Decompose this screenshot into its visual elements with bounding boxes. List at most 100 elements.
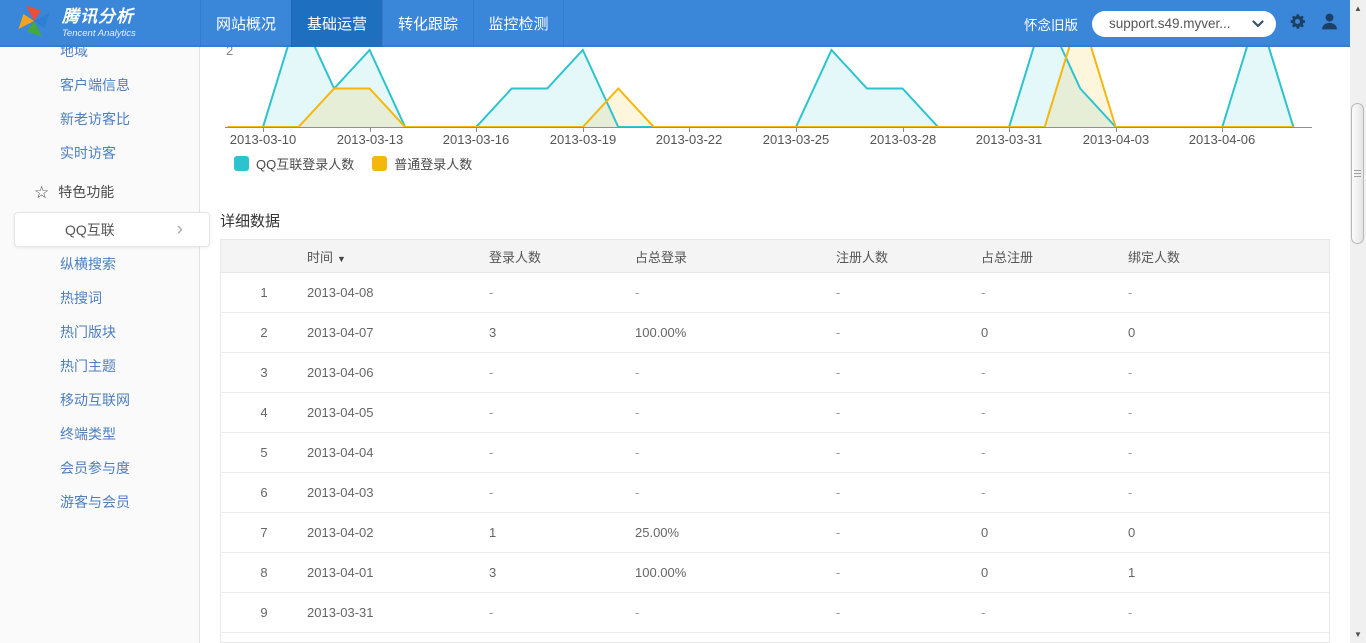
x-tick-label: 2013-03-31 (975, 132, 1043, 147)
brand-text: 腾讯分析 Tencent Analytics (62, 7, 136, 39)
table-row: 4 2013-04-05 - - - - - (221, 393, 1329, 433)
table-cell: - (489, 365, 494, 380)
table-row: 1 2013-04-08 - - - - - (221, 273, 1329, 313)
account-dropdown[interactable]: support.s49.myver... (1092, 10, 1276, 37)
table-header-row: 时间 ▼ 登录人数 占总登录 注册人数 占总注册 绑定人数 (221, 240, 1329, 273)
table-cell: - (836, 445, 841, 460)
table-cell: 0 (1128, 325, 1136, 340)
sidebar-group-header: ☆ 特色功能 (0, 175, 199, 209)
detail-section-title: 详细数据 (220, 213, 281, 230)
table-row-partial (221, 633, 1329, 642)
table-row: 6 2013-04-03 - - - - - (221, 473, 1329, 513)
table-cell: 2013-04-08 (307, 285, 374, 300)
table-cell: - (489, 405, 494, 420)
table-cell: 3 (489, 325, 497, 340)
table-cell: - (489, 605, 494, 620)
table-cell: 2 (260, 325, 268, 340)
table-row: 5 2013-04-04 - - - - - (221, 433, 1329, 473)
table-cell: - (981, 605, 986, 620)
table-cell: 8 (260, 565, 268, 580)
sidebar-item[interactable]: 实时访客 (0, 136, 199, 170)
sidebar-item[interactable]: 地域 (0, 47, 199, 68)
account-button[interactable] (1319, 11, 1340, 37)
nav-tab-4[interactable]: 监控检测 (473, 0, 564, 47)
table-cell: 5 (260, 445, 268, 460)
table-row: 7 2013-04-02 1 25.00% - 0 0 (221, 513, 1329, 553)
tencent-analytics-app: 腾讯分析 Tencent Analytics 网站概况 基础运营 转化跟踪 监控检测 … (0, 0, 1366, 643)
table-cell: 25.00% (635, 525, 680, 540)
sidebar-item[interactable]: 热门版块 (0, 315, 199, 349)
sidebar-item[interactable]: 热门主题 (0, 349, 199, 383)
main-content: 2 2013-03-10 2013-03-13 2013-03-16 2013-03-… (200, 47, 1350, 643)
table-cell: - (635, 405, 640, 420)
top-nav: 腾讯分析 Tencent Analytics 网站概况 基础运营 转化跟踪 监控检测 … (0, 0, 1350, 47)
table-cell: - (1128, 445, 1133, 460)
table-cell: - (489, 445, 494, 460)
gear-icon (1288, 12, 1307, 36)
table-cell: - (635, 365, 640, 380)
table-cell: - (489, 285, 494, 300)
table-cell: 7 (260, 525, 268, 540)
legend-label: 普通登录人数 (394, 157, 473, 172)
table-cell: 1 (489, 525, 497, 540)
sidebar-item[interactable]: 纵横搜索 (0, 247, 199, 281)
nav-tab-1[interactable]: 网站概况 (200, 0, 291, 47)
legend-item-2[interactable]: 普通登录人数 (372, 154, 472, 173)
sidebar-item[interactable]: 会员参与度 (0, 451, 199, 485)
down-arrow-icon[interactable]: ▼ (1350, 626, 1366, 643)
scrollbar-thumb[interactable] (1351, 103, 1364, 244)
x-tick-label: 2013-03-28 (869, 132, 937, 147)
table-row: 8 2013-04-01 3 100.00% - 0 1 (221, 553, 1329, 593)
vertical-scrollbar[interactable]: ▲ ▼ (1350, 0, 1366, 643)
x-tick-label: 2013-03-22 (655, 132, 723, 147)
sidebar-item[interactable]: 终端类型 (0, 417, 199, 451)
x-tick-label: 2013-03-19 (549, 132, 617, 147)
table-cell: 4 (260, 405, 268, 420)
table-cell: 1 (260, 285, 268, 300)
table-cell: 3 (260, 365, 268, 380)
sidebar-nav: 地域 客户端信息 新老访客比 实时访客 ☆ 特色功能 QQ互联 › 纵横搜索 热搜词 热门版块 热门主… (0, 47, 210, 643)
sidebar-selected-label: QQ互联 (65, 221, 115, 238)
table-cell: 0 (1128, 525, 1136, 540)
sidebar-item[interactable]: 热搜词 (0, 281, 199, 315)
sidebar-item-selected[interactable]: QQ互联 › (14, 212, 210, 247)
chart-legend: QQ互联登录人数 普通登录人数 (234, 154, 490, 173)
brand-subtitle: Tencent Analytics (62, 27, 136, 39)
table-cell: - (635, 485, 640, 500)
app-body: 地域 客户端信息 新老访客比 实时访客 ☆ 特色功能 QQ互联 › 纵横搜索 热搜词 热门版块 热门主… (0, 47, 1350, 643)
sort-desc-icon: ▼ (337, 253, 346, 264)
nav-tabs: 网站概况 基础运营 转化跟踪 监控检测 (200, 0, 564, 47)
nav-tab-2[interactable]: 基础运营 (291, 0, 382, 47)
table-cell: - (836, 605, 841, 620)
sidebar-item[interactable]: 游客与会员 (0, 485, 199, 519)
sidebar-item[interactable]: 客户端信息 (0, 68, 199, 102)
brand[interactable]: 腾讯分析 Tencent Analytics (0, 3, 200, 44)
sidebar-item[interactable]: 移动互联网 (0, 383, 199, 417)
x-tick-label: 2013-03-25 (762, 132, 830, 147)
column-header[interactable]: 时间 ▼ (307, 247, 489, 266)
x-tick-label: 2013-03-10 (229, 132, 297, 147)
up-arrow-icon[interactable]: ▲ (1350, 0, 1366, 17)
table-row: 3 2013-04-06 - - - - - (221, 353, 1329, 393)
table-cell: 100.00% (635, 325, 687, 340)
nav-tab-3[interactable]: 转化跟踪 (382, 0, 473, 47)
detail-data-table: 时间 ▼ 登录人数 占总登录 注册人数 占总注册 绑定人数 1 2013-04-08- - - - -2… (220, 239, 1330, 643)
table-cell: 100.00% (635, 565, 687, 580)
table-cell: 0 (981, 325, 989, 340)
settings-button[interactable] (1288, 12, 1307, 36)
legend-item-1[interactable]: QQ互联登录人数 (234, 154, 354, 173)
table-cell: - (836, 285, 841, 300)
table-cell: 2013-04-01 (307, 565, 374, 580)
table-cell: 0 (981, 525, 989, 540)
table-cell: - (836, 405, 841, 420)
table-cell: - (836, 365, 841, 380)
old-version-link[interactable]: 怀念旧版 (1024, 14, 1078, 34)
chevron-right-icon: › (176, 219, 183, 240)
x-axis-line (225, 127, 1312, 128)
star-outline-icon: ☆ (34, 182, 50, 202)
table-cell: 2013-04-04 (307, 445, 374, 460)
sidebar-item[interactable]: 新老访客比 (0, 102, 199, 136)
table-cell: - (981, 445, 986, 460)
table-cell: - (1128, 405, 1133, 420)
table-cell: - (1128, 365, 1133, 380)
